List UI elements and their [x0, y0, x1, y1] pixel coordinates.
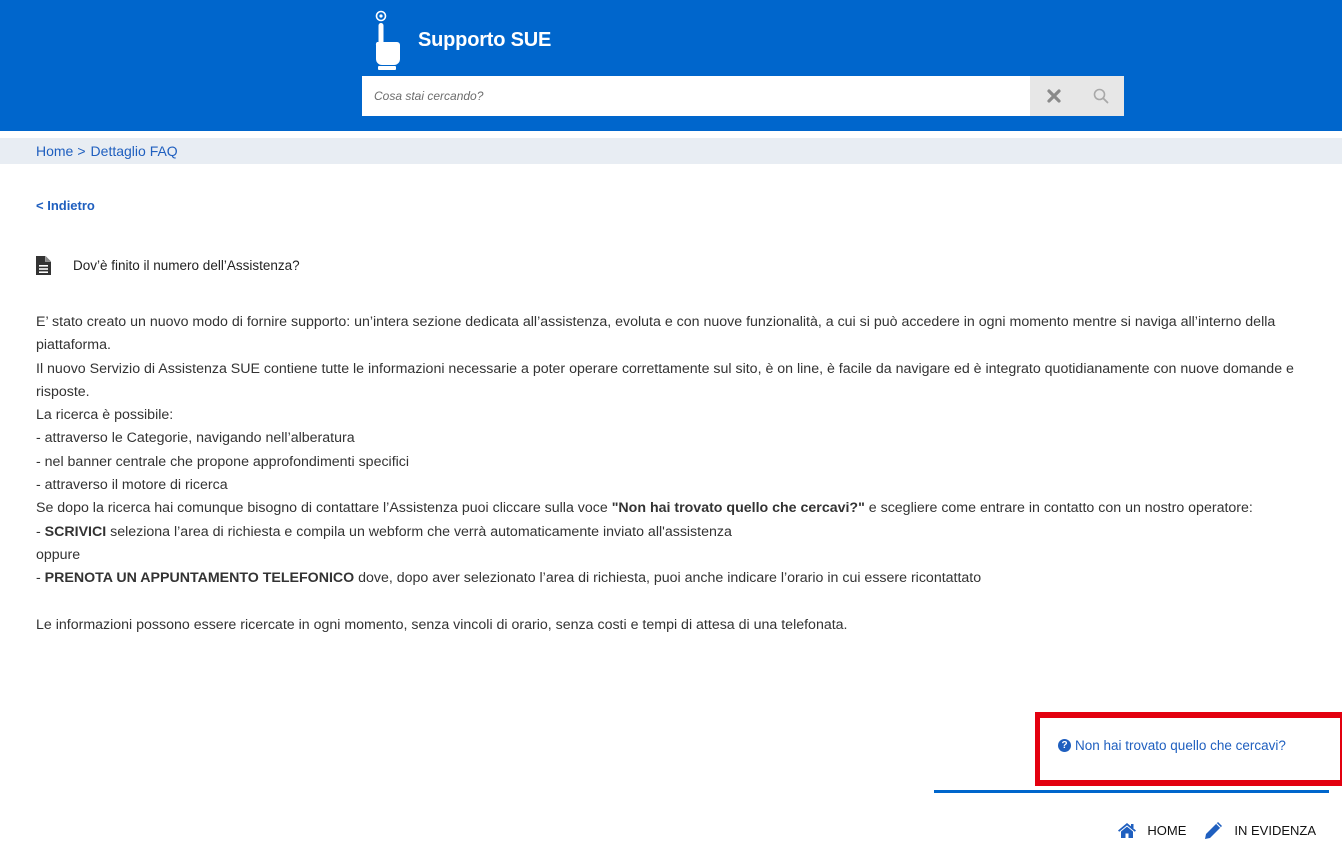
answer-option: - SCRIVICI seleziona l’area di richiesta… [36, 521, 1326, 544]
answer-paragraph: oppure [36, 546, 81, 563]
answer-option: - PRENOTA UN APPUNTAMENTO TELEFONICO dov… [36, 567, 1326, 590]
breadcrumb: Home > Dettaglio FAQ [0, 138, 1342, 164]
answer-bullet: - attraverso le Categorie, navigando nel… [36, 430, 355, 447]
site-title: Supporto SUE [418, 28, 552, 51]
footer-nav: HOME IN EVIDENZA [1117, 821, 1316, 839]
nav-home-label: HOME [1147, 822, 1187, 838]
answer-text: - [36, 523, 45, 540]
search-button[interactable] [1077, 76, 1124, 116]
answer-paragraph: Il nuovo Servizio di Assistenza SUE cont… [36, 360, 1294, 400]
breadcrumb-current: Dettaglio FAQ [90, 143, 178, 159]
answer-text: Se dopo la ricerca hai comunque bisogno … [36, 500, 612, 517]
answer-paragraph: Se dopo la ricerca hai comunque bisogno … [36, 497, 1326, 520]
document-icon [36, 256, 51, 275]
answer-paragraph: Le informazioni possono essere ricercate… [36, 616, 848, 633]
answer-bold-text: "Non hai trovato quello che cercavi?" [611, 500, 865, 517]
home-icon [1118, 823, 1137, 838]
answer-bullet: - nel banner centrale che propone approf… [36, 453, 410, 470]
faq-answer: E’ stato creato un nuovo modo di fornire… [36, 311, 1326, 637]
search-bar [362, 76, 1124, 116]
nav-in-evidenza-link[interactable]: IN EVIDENZA [1202, 821, 1316, 839]
answer-bold-text: PRENOTA UN APPUNTAMENTO TELEFONICO [44, 570, 355, 587]
answer-bold-text: SCRIVICI [44, 523, 107, 540]
answer-text: seleziona l’area di richiesta e compila … [106, 523, 732, 540]
answer-paragraph: La ricerca è possibile: [36, 407, 174, 424]
clear-search-button[interactable] [1030, 76, 1077, 116]
brand[interactable]: Supporto SUE [372, 10, 551, 70]
back-link[interactable]: < Indietro [36, 198, 95, 213]
nav-home-link[interactable]: HOME [1117, 822, 1186, 838]
not-found-label: Non hai trovato quello che cercavi? [1075, 738, 1286, 753]
breadcrumb-home-link[interactable]: Home [36, 143, 73, 159]
times-icon [1046, 89, 1061, 103]
question-circle-icon: ? [1058, 739, 1071, 752]
pencil-icon [1205, 822, 1223, 839]
breadcrumb-separator: > [77, 143, 86, 159]
not-found-link[interactable]: ? Non hai trovato quello che cercavi? [1058, 738, 1286, 753]
search-input[interactable] [362, 76, 1030, 116]
header-bar: Supporto SUE [0, 0, 1342, 131]
search-icon [1093, 88, 1108, 104]
answer-paragraph: E’ stato creato un nuovo modo di fornire… [36, 314, 1276, 354]
faq-heading: Dov’è finito il numero dell’Assistenza? [36, 256, 300, 275]
answer-text: e scegliere come entrare in contatto con… [864, 500, 1253, 517]
nav-in-evidenza-label: IN EVIDENZA [1234, 822, 1316, 838]
answer-bullet: - attraverso il motore di ricerca [36, 477, 228, 494]
divider [934, 790, 1329, 793]
answer-text: - [36, 570, 45, 587]
hand-pointer-icon [375, 10, 400, 70]
faq-title: Dov’è finito il numero dell’Assistenza? [73, 258, 300, 273]
breadcrumb-trail: Home > Dettaglio FAQ [36, 143, 178, 159]
answer-text: dove, dopo aver selezionato l’area di ri… [354, 570, 982, 587]
